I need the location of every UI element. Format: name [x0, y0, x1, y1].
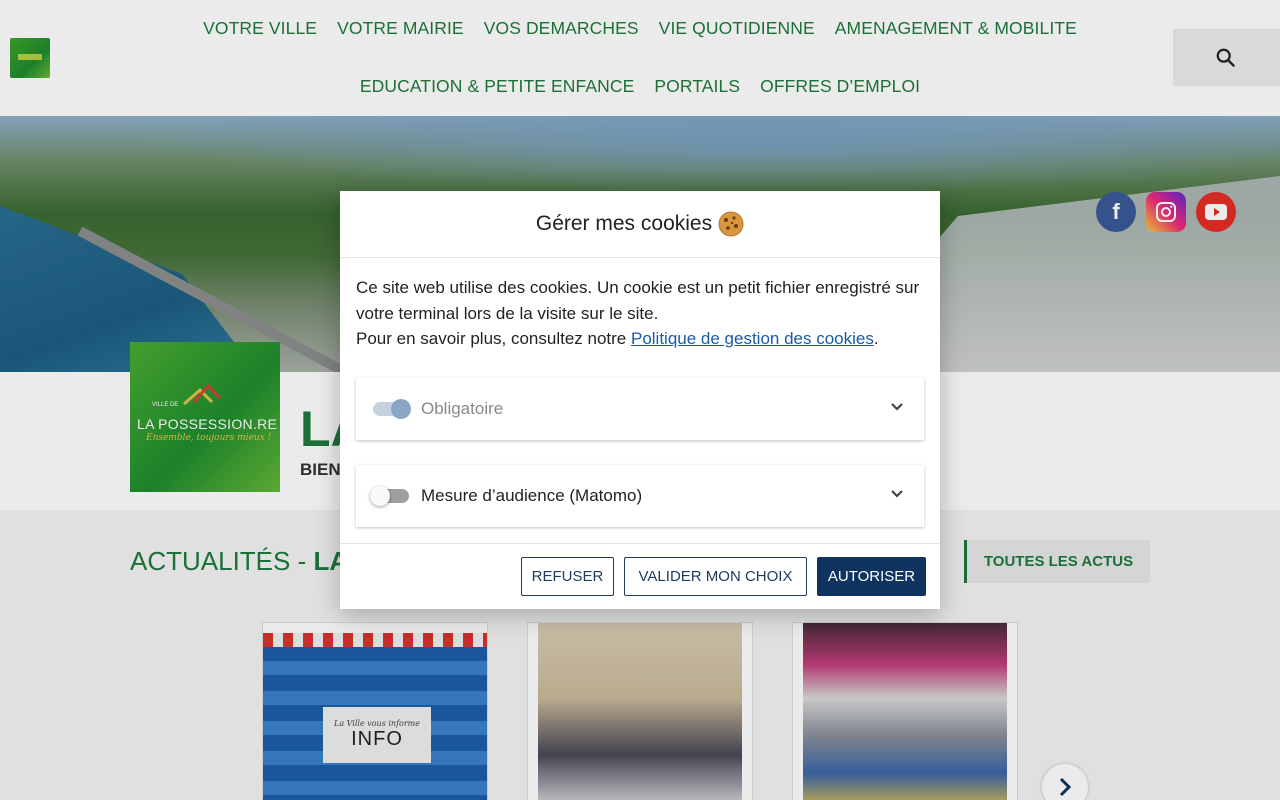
- modal-footer-divider: [340, 543, 940, 544]
- toggle-knob: [370, 486, 390, 506]
- refuse-button[interactable]: REFUSER: [521, 557, 614, 596]
- cookie-option-matomo[interactable]: Mesure d’audience (Matomo): [356, 465, 924, 527]
- allow-button[interactable]: AUTORISER: [817, 557, 926, 596]
- cookie-option-required[interactable]: Obligatoire: [356, 378, 924, 440]
- modal-text-2: Pour en savoir plus, consultez notre Pol…: [356, 326, 926, 352]
- modal-text-1: Ce site web utilise des cookies. Un cook…: [356, 278, 920, 323]
- modal-header: Gérer mes cookies: [340, 191, 940, 258]
- cookie-policy-link[interactable]: Politique de gestion des cookies: [631, 329, 874, 348]
- matomo-toggle[interactable]: [370, 486, 409, 506]
- chevron-down-icon[interactable]: [890, 489, 904, 499]
- toggle-knob: [391, 399, 411, 419]
- modal-text-2-prefix: Pour en savoir plus, consultez notre: [356, 329, 631, 348]
- cookie-icon: [718, 211, 744, 237]
- modal-text-2-suffix: .: [873, 329, 879, 348]
- cookie-option-label: Mesure d’audience (Matomo): [421, 486, 643, 505]
- modal-description: Ce site web utilise des cookies. Un cook…: [356, 275, 926, 352]
- cookie-option-label: Obligatoire: [421, 399, 504, 418]
- required-toggle: [373, 399, 411, 419]
- validate-choice-button[interactable]: VALIDER MON CHOIX: [624, 557, 807, 596]
- cookie-consent-modal: Gérer mes cookies Ce site web utilise de…: [340, 191, 940, 609]
- chevron-down-icon[interactable]: [890, 402, 904, 412]
- modal-title: Gérer mes cookies: [535, 212, 713, 235]
